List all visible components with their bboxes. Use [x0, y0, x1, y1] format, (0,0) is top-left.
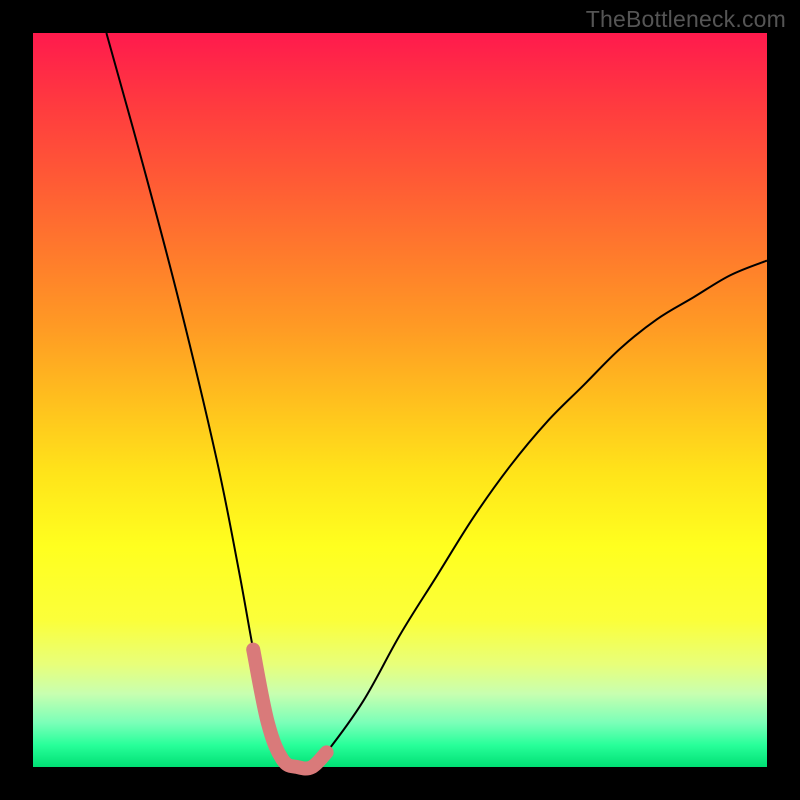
highlight-segment: [253, 650, 326, 769]
curve-path: [106, 33, 767, 769]
bottleneck-curve: [33, 33, 767, 767]
chart-frame: TheBottleneck.com: [0, 0, 800, 800]
watermark-text: TheBottleneck.com: [586, 6, 786, 33]
plot-area: [33, 33, 767, 767]
